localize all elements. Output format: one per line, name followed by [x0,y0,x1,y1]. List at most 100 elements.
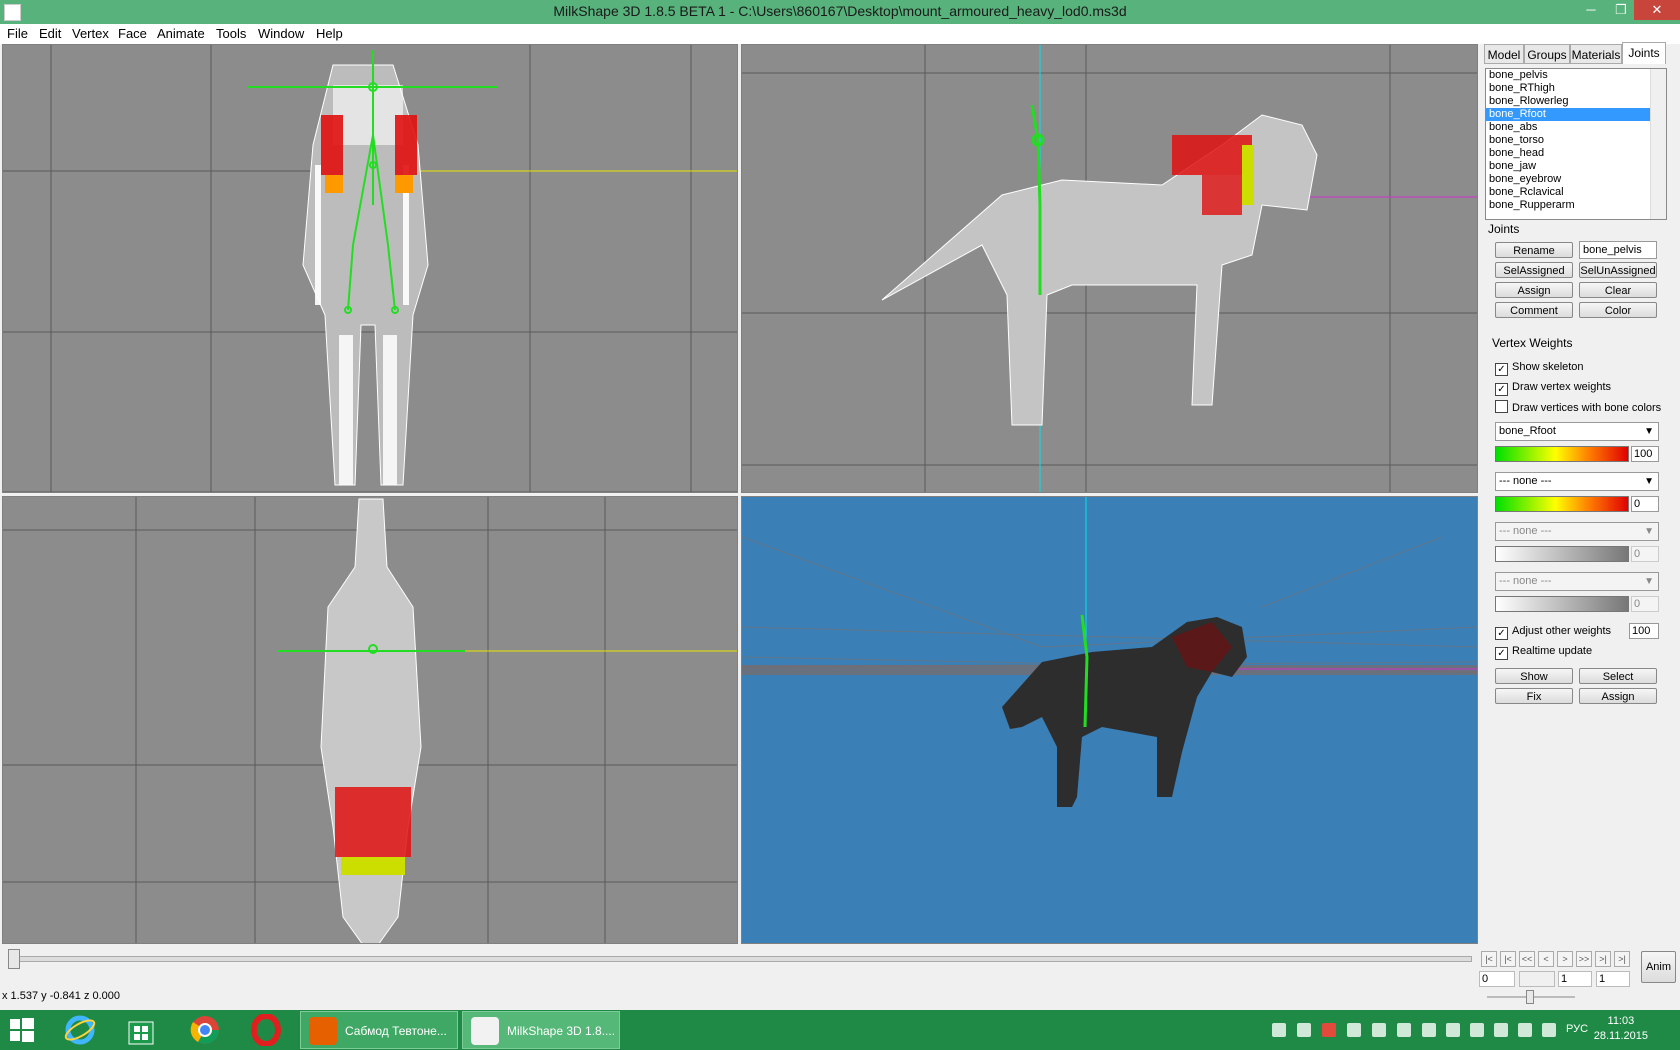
clear-button[interactable]: Clear [1579,282,1657,298]
bone3-select[interactable]: --- none --- ▼ [1495,522,1659,541]
bone1-weight-slider[interactable] [1495,446,1629,462]
last-frame-button[interactable]: >| [1614,951,1630,967]
checkbox-box[interactable]: ✓ [1495,363,1508,376]
adjust-other-weights-checkbox[interactable]: ✓ Adjust other weights [1495,624,1611,640]
assign-joint-button[interactable]: Assign [1495,282,1573,298]
comment-button[interactable]: Comment [1495,302,1573,318]
joint-item-selected[interactable]: bone_Rfoot [1486,108,1666,121]
viewport-front[interactable] [2,44,738,493]
joint-name-field[interactable]: bone_pelvis [1579,241,1657,259]
assign-weights-button[interactable]: Assign [1579,688,1657,704]
viewport-3d[interactable] [741,496,1478,944]
adjust-other-weights-field[interactable]: 100 [1629,623,1659,639]
viewport-top[interactable] [2,496,738,944]
tab-joints[interactable]: Joints [1622,42,1666,64]
menu-vertex[interactable]: Vertex [72,26,109,41]
realtime-update-checkbox[interactable]: ✓ Realtime update [1495,644,1592,660]
joint-item[interactable]: bone_Rclavical [1486,186,1666,199]
joint-item[interactable]: bone_torso [1486,134,1666,147]
menu-face[interactable]: Face [118,26,147,41]
joint-list[interactable]: bone_pelvis bone_RThigh bone_Rlowerleg b… [1485,68,1667,220]
clock[interactable]: 11:03 28.11.2015 [1594,1014,1648,1044]
menu-edit[interactable]: Edit [39,26,61,41]
frame-end-field[interactable]: 1 [1596,971,1630,987]
joint-item[interactable]: bone_RThigh [1486,82,1666,95]
maximize-button[interactable]: ❐ [1606,0,1636,20]
joint-item[interactable]: bone_pelvis [1486,69,1666,82]
menu-file[interactable]: File [7,26,28,41]
opera-icon[interactable] [250,1013,282,1047]
tray-update-icon[interactable] [1422,1023,1436,1037]
tray-windows-icon[interactable] [1272,1023,1286,1037]
bone1-select[interactable]: bone_Rfoot ▼ [1495,422,1659,441]
menu-animate[interactable]: Animate [157,26,205,41]
tray-network-share-icon[interactable] [1297,1023,1311,1037]
menu-help[interactable]: Help [316,26,343,41]
show-button[interactable]: Show [1495,668,1573,684]
network-icon[interactable] [1518,1023,1532,1037]
bone3-weight-slider[interactable] [1495,546,1629,562]
menu-window[interactable]: Window [258,26,304,41]
frame-blank-field[interactable] [1519,971,1555,987]
first-frame-button[interactable]: |< [1481,951,1497,967]
sel-assigned-button[interactable]: SelAssigned [1495,262,1573,278]
next-key-button[interactable]: >| [1595,951,1611,967]
joint-item[interactable]: bone_head [1486,147,1666,160]
internet-explorer-icon[interactable] [64,1014,96,1046]
bone2-select[interactable]: --- none --- ▼ [1495,472,1659,491]
fast-forward-button[interactable]: >> [1576,951,1592,967]
checkbox-box[interactable] [1495,400,1508,413]
bone2-weight-slider[interactable] [1495,496,1629,512]
close-button[interactable]: ✕ [1634,0,1680,20]
tray-power-icon[interactable] [1470,1023,1484,1037]
bone4-weight-slider[interactable] [1495,596,1629,612]
bone2-weight-field[interactable]: 0 [1631,496,1659,512]
checkbox-box[interactable]: ✓ [1495,627,1508,640]
volume-icon[interactable] [1494,1023,1508,1037]
tab-model[interactable]: Model [1484,44,1524,64]
chrome-icon[interactable] [189,1014,221,1046]
joint-item[interactable]: bone_Rupperarm [1486,199,1666,212]
prev-key-button[interactable]: |< [1500,951,1516,967]
joint-item[interactable]: bone_Rlowerleg [1486,95,1666,108]
fix-button[interactable]: Fix [1495,688,1573,704]
tab-groups[interactable]: Groups [1524,44,1570,64]
taskbar-milkshape-task[interactable]: MilkShape 3D 1.8.... [462,1011,620,1049]
start-windows-icon[interactable] [10,1018,34,1042]
anim-button[interactable]: Anim [1641,951,1676,983]
rewind-button[interactable]: << [1519,951,1535,967]
joint-item[interactable]: bone_jaw [1486,160,1666,173]
store-icon[interactable] [125,1014,157,1046]
bone4-weight-field[interactable]: 0 [1631,596,1659,612]
joint-item[interactable]: bone_eyebrow [1486,173,1666,186]
bone4-select[interactable]: --- none --- ▼ [1495,572,1659,591]
next-frame-button[interactable]: > [1557,951,1573,967]
menu-tools[interactable]: Tools [216,26,246,41]
minimize-button[interactable]: ─ [1576,0,1606,20]
show-skeleton-checkbox[interactable]: ✓ Show skeleton [1495,360,1584,376]
keyboard-icon[interactable] [1542,1023,1556,1037]
tray-device-icon[interactable] [1397,1023,1411,1037]
draw-bone-colors-checkbox[interactable]: Draw vertices with bone colors [1495,400,1661,414]
timeline-slider-handle[interactable] [8,949,20,969]
sel-unassigned-button[interactable]: SelUnAssigned [1579,262,1657,278]
select-button[interactable]: Select [1579,668,1657,684]
tray-app-icon[interactable] [1322,1023,1336,1037]
timeline-track[interactable] [8,956,1472,962]
viewport-side[interactable] [741,44,1478,493]
bone1-weight-field[interactable]: 100 [1631,446,1659,462]
color-button[interactable]: Color [1579,302,1657,318]
tab-materials[interactable]: Materials [1570,44,1622,64]
draw-vertex-weights-checkbox[interactable]: ✓ Draw vertex weights [1495,380,1611,396]
tray-steam-icon[interactable] [1372,1023,1386,1037]
speed-slider-handle[interactable] [1526,990,1534,1004]
taskbar-firefox-task[interactable]: Сабмод Тевтоне... [300,1011,458,1049]
frame-current-field[interactable]: 1 [1558,971,1592,987]
checkbox-box[interactable]: ✓ [1495,383,1508,396]
frame-start-field[interactable]: 0 [1479,971,1515,987]
bone3-weight-field[interactable]: 0 [1631,546,1659,562]
tray-flag-icon[interactable] [1446,1023,1460,1037]
rename-button[interactable]: Rename [1495,242,1573,258]
prev-frame-button[interactable]: < [1538,951,1554,967]
joint-list-scrollbar[interactable] [1650,69,1666,219]
